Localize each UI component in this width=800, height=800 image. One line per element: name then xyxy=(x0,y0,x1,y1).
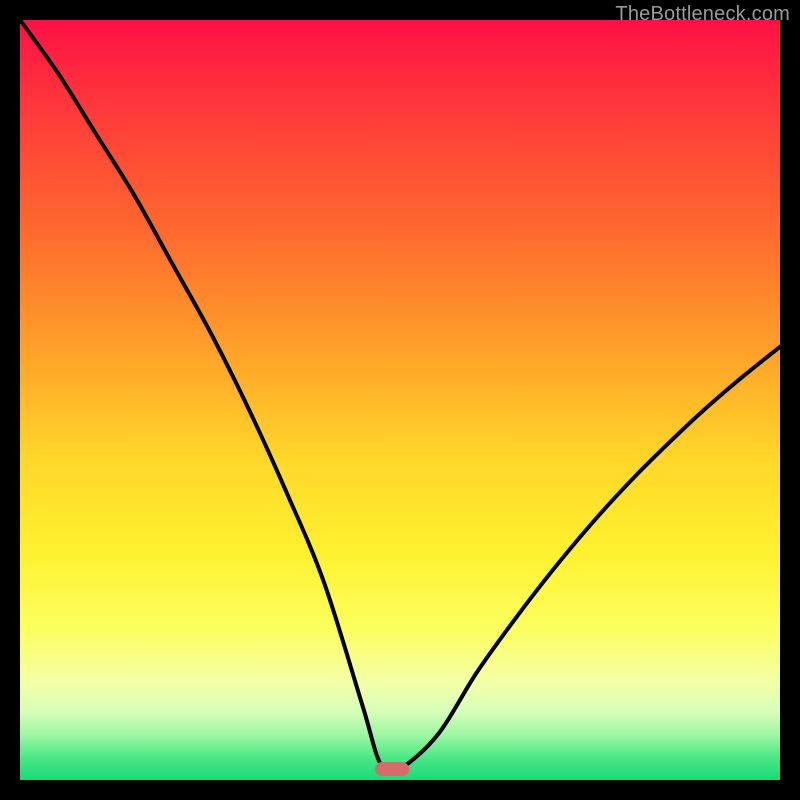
minimum-marker xyxy=(375,762,409,776)
plot-area xyxy=(20,20,780,780)
watermark-text: TheBottleneck.com xyxy=(615,3,790,26)
bottleneck-curve xyxy=(20,20,780,780)
chart-frame: TheBottleneck.com xyxy=(0,0,800,800)
